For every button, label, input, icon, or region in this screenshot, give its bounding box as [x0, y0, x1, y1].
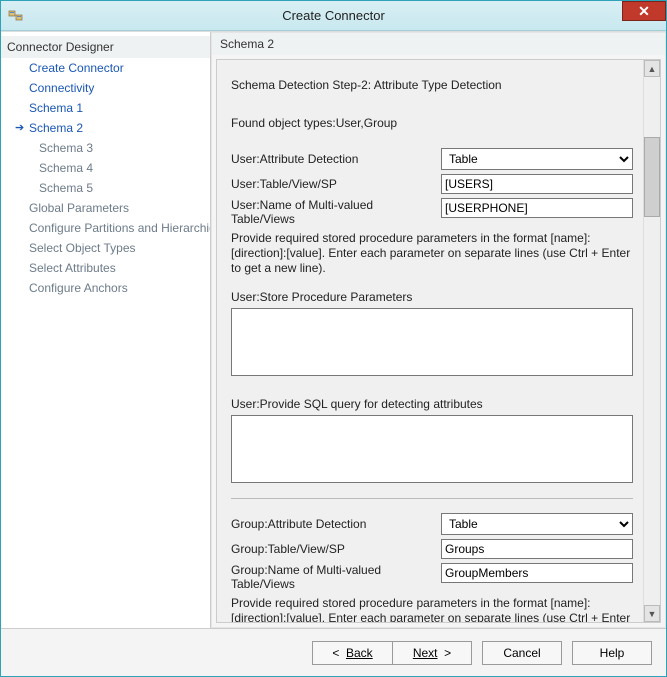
nav-schema-3[interactable]: Schema 3: [1, 138, 210, 158]
group-help-text: Provide required stored procedure parame…: [231, 596, 633, 622]
nav-label: Schema 2: [29, 121, 83, 135]
group-attr-detection-select[interactable]: Table: [441, 513, 633, 535]
nav-label: Global Parameters: [29, 201, 129, 215]
chevron-up-icon: ▲: [648, 64, 657, 74]
close-button[interactable]: ✕: [622, 1, 666, 21]
nav-schema-1[interactable]: Schema 1: [1, 98, 210, 118]
user-multi-input[interactable]: [441, 198, 633, 218]
titlebar: Create Connector ✕: [1, 1, 666, 31]
nav-label: Schema 3: [39, 141, 93, 155]
nav-label: Connectivity: [29, 81, 94, 95]
cancel-button[interactable]: Cancel: [482, 641, 562, 665]
back-next-group: < Back Next >: [312, 641, 472, 665]
arrow-right-icon: ➔: [15, 121, 24, 134]
step-title: Schema Detection Step-2: Attribute Type …: [231, 78, 633, 92]
nav-label: Schema 5: [39, 181, 93, 195]
nav-global-parameters[interactable]: Global Parameters: [1, 198, 210, 218]
main-header: Schema 2: [212, 33, 665, 55]
window: Create Connector ✕ Connector Designer Cr…: [0, 0, 667, 677]
back-button[interactable]: < Back: [312, 641, 392, 665]
user-multi-row: User:Name of Multi-valued Table/Views: [231, 198, 633, 227]
scroll-down-button[interactable]: ▼: [644, 605, 660, 622]
user-sql-label: User:Provide SQL query for detecting att…: [231, 397, 633, 411]
nav-connectivity[interactable]: Connectivity: [1, 78, 210, 98]
window-title: Create Connector: [1, 8, 666, 23]
nav-label: Schema 4: [39, 161, 93, 175]
nav-schema-5[interactable]: Schema 5: [1, 178, 210, 198]
group-table-row: Group:Table/View/SP: [231, 539, 633, 559]
next-button[interactable]: Next >: [392, 641, 472, 665]
group-table-label: Group:Table/View/SP: [231, 542, 441, 556]
group-attr-detection-row: Group:Attribute Detection Table: [231, 513, 633, 535]
nav-label: Configure Partitions and Hierarchies: [29, 221, 211, 235]
scroll-up-button[interactable]: ▲: [644, 60, 660, 77]
user-sp-textarea[interactable]: [231, 308, 633, 376]
sidebar: Connector Designer Create Connector Conn…: [1, 32, 211, 628]
nav-schema-2[interactable]: ➔ Schema 2: [1, 118, 210, 138]
nav-configure-partitions[interactable]: Configure Partitions and Hierarchies: [1, 218, 210, 238]
nav-select-object-types[interactable]: Select Object Types: [1, 238, 210, 258]
sidebar-header: Connector Designer: [1, 36, 210, 58]
nav-label: Create Connector: [29, 61, 124, 75]
user-table-input[interactable]: [441, 174, 633, 194]
user-help-text: Provide required stored procedure parame…: [231, 231, 633, 276]
user-attr-detection-label: User:Attribute Detection: [231, 152, 441, 166]
user-table-label: User:Table/View/SP: [231, 177, 441, 191]
main-scroll-wrap: Schema Detection Step-2: Attribute Type …: [216, 59, 661, 623]
user-attr-detection-row: User:Attribute Detection Table: [231, 148, 633, 170]
user-sp-label: User:Store Procedure Parameters: [231, 290, 633, 304]
found-object-types: Found object types:User,Group: [231, 116, 633, 130]
user-attr-detection-select[interactable]: Table: [441, 148, 633, 170]
nav-label: Schema 1: [29, 101, 83, 115]
group-table-input[interactable]: [441, 539, 633, 559]
group-multi-row: Group:Name of Multi-valued Table/Views: [231, 563, 633, 592]
chevron-down-icon: ▼: [648, 609, 657, 619]
nav-label: Select Object Types: [29, 241, 136, 255]
user-table-row: User:Table/View/SP: [231, 174, 633, 194]
scroll-track[interactable]: [644, 77, 660, 605]
divider: [231, 498, 633, 499]
help-button[interactable]: Help: [572, 641, 652, 665]
nav-label: Select Attributes: [29, 261, 116, 275]
next-label: Next: [413, 646, 438, 660]
nav-configure-anchors[interactable]: Configure Anchors: [1, 278, 210, 298]
nav-create-connector[interactable]: Create Connector: [1, 58, 210, 78]
help-label: Help: [600, 646, 625, 660]
group-multi-input[interactable]: [441, 563, 633, 583]
vertical-scrollbar[interactable]: ▲ ▼: [643, 60, 660, 622]
close-icon: ✕: [638, 3, 650, 20]
nav-select-attributes[interactable]: Select Attributes: [1, 258, 210, 278]
body: Connector Designer Create Connector Conn…: [1, 31, 666, 628]
group-multi-label: Group:Name of Multi-valued Table/Views: [231, 563, 441, 592]
user-multi-label: User:Name of Multi-valued Table/Views: [231, 198, 441, 227]
main-panel: Schema 2 Schema Detection Step-2: Attrib…: [211, 32, 666, 628]
nav-schema-4[interactable]: Schema 4: [1, 158, 210, 178]
back-label: Back: [346, 646, 373, 660]
cancel-label: Cancel: [503, 646, 540, 660]
main-content: Schema Detection Step-2: Attribute Type …: [217, 60, 643, 622]
nav-label: Configure Anchors: [29, 281, 128, 295]
user-sql-textarea[interactable]: [231, 415, 633, 483]
scroll-thumb[interactable]: [644, 137, 660, 217]
group-attr-detection-label: Group:Attribute Detection: [231, 517, 441, 531]
footer: < Back Next > Cancel Help: [1, 628, 666, 676]
app-icon: [7, 7, 25, 25]
